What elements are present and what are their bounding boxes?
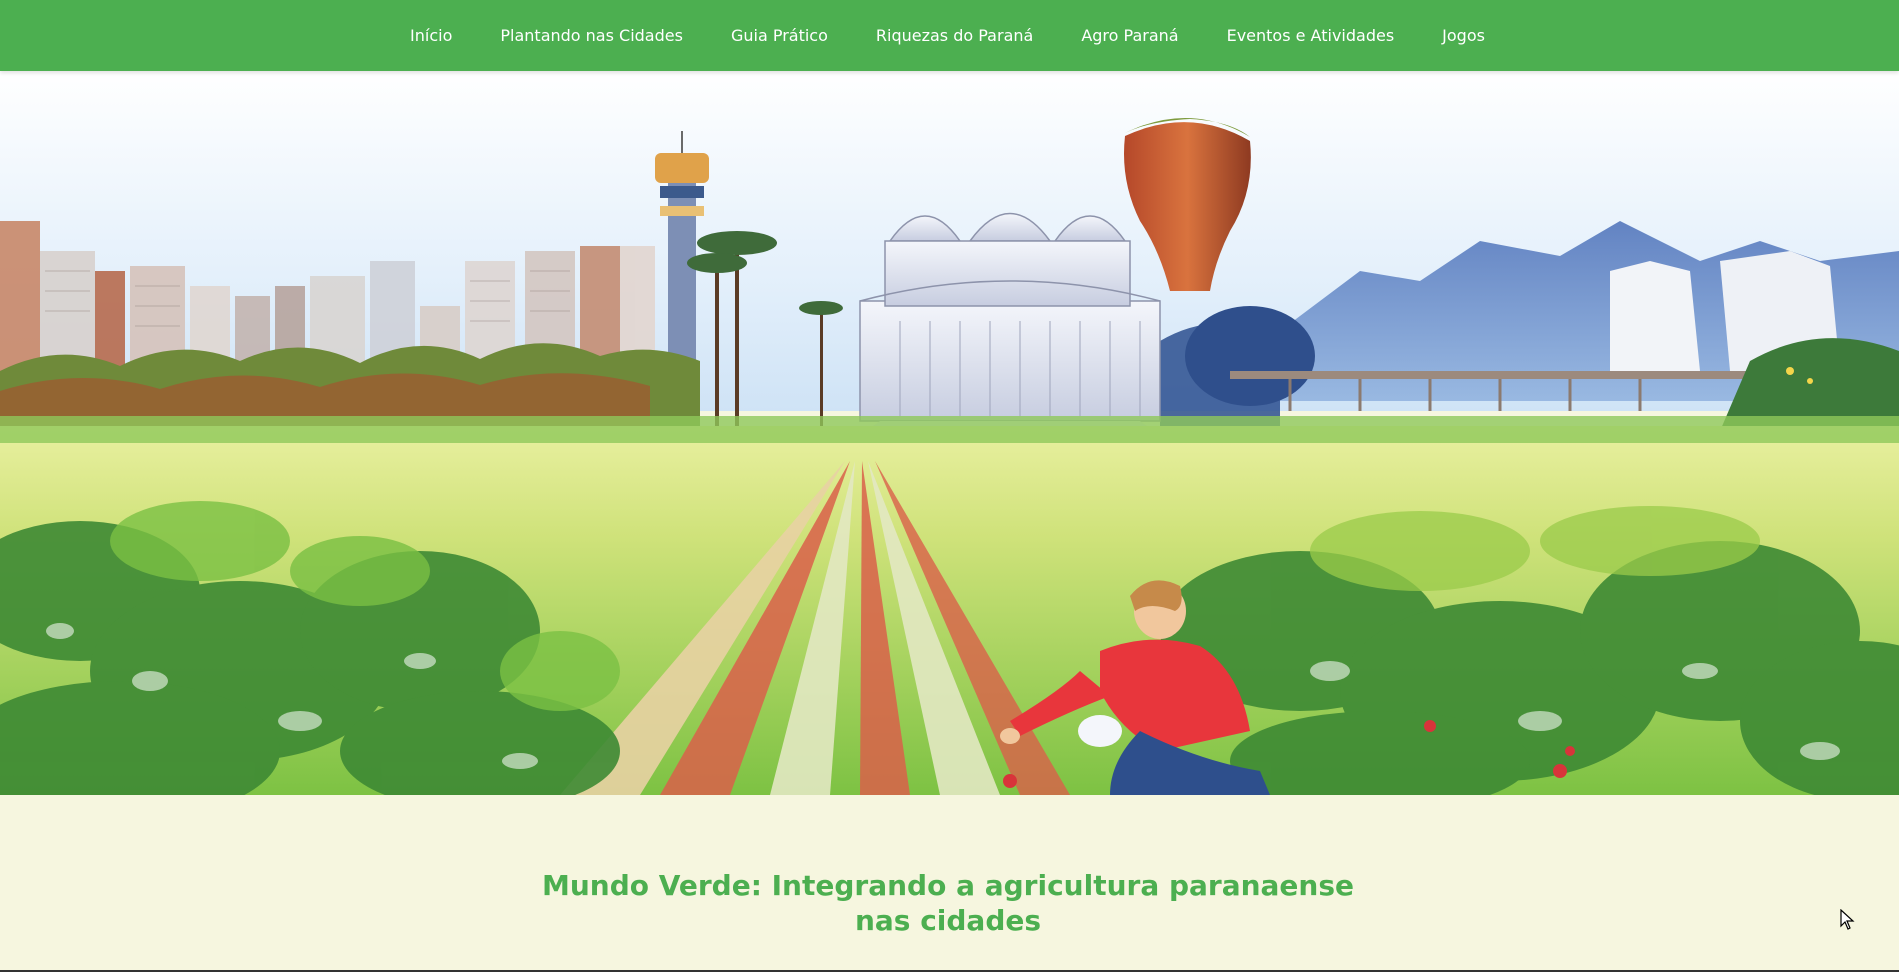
mouse-cursor-icon xyxy=(1840,909,1855,930)
nav-item-guia-pratico[interactable]: Guia Prático xyxy=(731,26,828,45)
nav-item-riquezas-do-parana[interactable]: Riquezas do Paraná xyxy=(876,26,1033,45)
page-title: Mundo Verde: Integrando a agricultura pa… xyxy=(541,869,1355,937)
nav-menu: Início Plantando nas Cidades Guia Prátic… xyxy=(0,0,1899,71)
nav-item-jogos[interactable]: Jogos xyxy=(1442,26,1485,45)
nav-item-inicio[interactable]: Início xyxy=(410,26,452,45)
top-navbar: Início Plantando nas Cidades Guia Prátic… xyxy=(0,0,1899,71)
nav-item-eventos-e-atividades[interactable]: Eventos e Atividades xyxy=(1227,26,1395,45)
watercolor-landscape-illustration xyxy=(0,71,1899,795)
hero-banner-image xyxy=(0,71,1899,795)
nav-item-plantando-nas-cidades[interactable]: Plantando nas Cidades xyxy=(500,26,683,45)
nav-item-agro-parana[interactable]: Agro Paraná xyxy=(1081,26,1178,45)
main-content: Mundo Verde: Integrando a agricultura pa… xyxy=(0,795,1899,972)
